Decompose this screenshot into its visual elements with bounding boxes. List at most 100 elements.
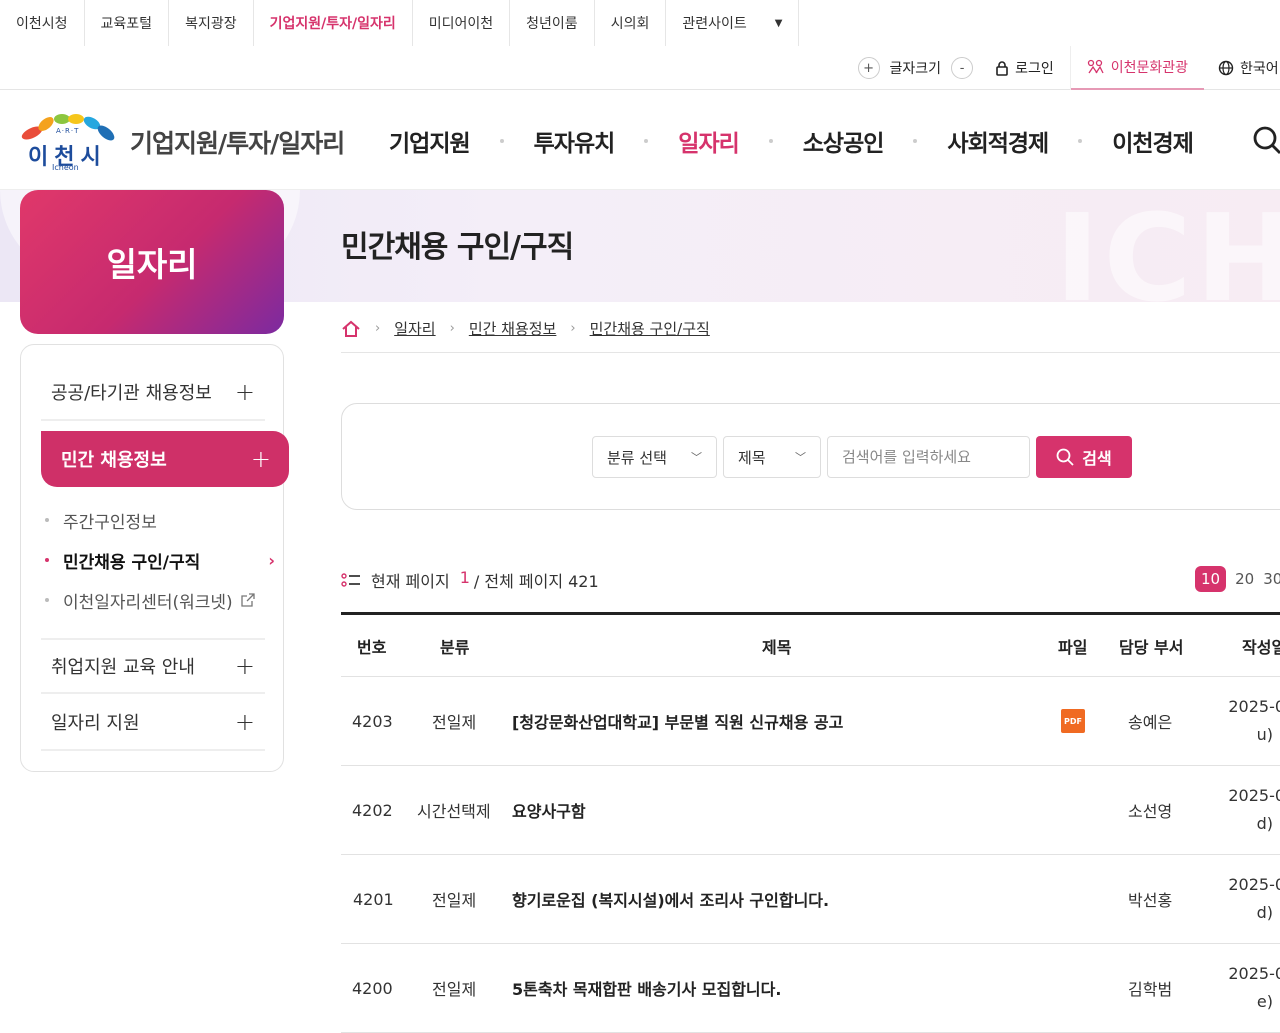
login-link[interactable]: 로그인 — [995, 46, 1071, 90]
culture-icon — [1087, 59, 1104, 74]
breadcrumb-private-jobs[interactable]: 민간 채용정보 — [469, 318, 557, 339]
search-icon — [1056, 448, 1074, 466]
row-date-line1: 2025-05- — [1228, 697, 1280, 716]
culture-tourism-link[interactable]: 이천문화관광 — [1070, 46, 1204, 90]
chevron-down-icon: ﹀ — [795, 451, 806, 464]
plus-icon: + — [234, 378, 255, 406]
lnb-item-label: 일자리 지원 — [51, 713, 140, 734]
list-icon — [341, 573, 360, 587]
search-icon[interactable] — [1252, 125, 1280, 155]
lnb-item-public-jobs[interactable]: 공공/타기관 채용정보 + — [41, 365, 265, 421]
current-page-label: 현재 페이지 — [371, 572, 450, 591]
site-link-education[interactable]: 교육포털 — [85, 0, 170, 46]
column-header-title: 제목 — [762, 637, 792, 657]
pdf-file-icon[interactable]: PDF — [1061, 709, 1085, 733]
column-header-date: 작성일 — [1242, 637, 1280, 657]
row-number: 4200 — [352, 978, 393, 998]
category-select-value: 분류 선택 — [607, 448, 667, 467]
total-pages-label: / 전체 페이지 421 — [473, 572, 599, 591]
site-section-title[interactable]: 기업지원/투자/일자리 — [130, 124, 345, 160]
language-selector[interactable]: 한국어 — [1204, 58, 1280, 78]
plus-icon: + — [234, 652, 255, 680]
related-sites-dropdown[interactable]: 관련사이트 ▼ — [666, 0, 800, 46]
row-number: 4201 — [353, 889, 394, 909]
column-header-category: 분류 — [440, 637, 470, 657]
table-row[interactable]: 4201 전일제 향기로운집 (복지시설)에서 조리사 구인합니다. 박선홍 2… — [341, 855, 1280, 944]
logo-art-text: A·R·T — [56, 127, 80, 135]
row-number: 4203 — [352, 711, 393, 731]
lnb-title: 일자리 — [20, 190, 284, 334]
row-category: 전일제 — [432, 891, 477, 910]
icheon-logo[interactable]: A·R·T 이천시 Icheon — [18, 111, 118, 172]
gnb-separator — [1078, 139, 1083, 143]
row-category: 전일제 — [432, 713, 477, 732]
row-title-link[interactable]: [청강문화산업대학교] 부문별 직원 신규채용 공고 — [512, 677, 843, 765]
row-category: 전일제 — [432, 980, 477, 999]
login-label: 로그인 — [1015, 61, 1054, 77]
site-link-welfare[interactable]: 복지광장 — [169, 0, 254, 46]
breadcrumb-jobs[interactable]: 일자리 — [394, 318, 435, 339]
table-row[interactable]: 4202 시간선택제 요양사구함 소선영 2025-05- d) — [341, 766, 1280, 855]
page-size-options: 10 20 30 — [1195, 566, 1280, 592]
breadcrumb: › 일자리 › 민간 채용정보 › 민간채용 구인/구직 — [341, 318, 710, 339]
row-category: 시간선택제 — [417, 802, 491, 821]
site-link-business[interactable]: 기업지원/투자/일자리 — [254, 0, 413, 46]
lnb-sub-item-weekly-jobs[interactable]: 주간구인정보 — [45, 506, 275, 534]
gnb-item-icheon-economy[interactable]: 이천경제 — [1112, 124, 1194, 158]
lnb-sub-item-private-recruit[interactable]: 민간채용 구인/구직 › — [45, 546, 275, 574]
home-icon[interactable] — [341, 320, 361, 338]
plus-icon: + — [250, 445, 271, 473]
current-page-number: 1 — [459, 568, 470, 587]
table-header-row: 번호 분류 제목 파일 담당 부서 작성일 — [341, 615, 1280, 677]
lnb-item-label: 공공/타기관 채용정보 — [51, 383, 212, 404]
gnb-item-jobs[interactable]: 일자리 — [678, 124, 739, 158]
gnb-separator — [913, 139, 918, 143]
table-row[interactable]: 4203 전일제 [청강문화산업대학교] 부문별 직원 신규채용 공고 PDF … — [341, 677, 1280, 766]
gnb-item-social-economy[interactable]: 사회적경제 — [947, 124, 1049, 158]
row-date-line1: 2025-05- — [1228, 964, 1280, 983]
visual-watermark-text: ICH — [1054, 190, 1280, 302]
gnb-item-investment[interactable]: 투자유치 — [534, 124, 616, 158]
chevron-right-icon: › — [268, 550, 275, 570]
row-title-link[interactable]: 향기로운집 (복지시설)에서 조리사 구인합니다. — [512, 855, 829, 943]
search-field-select[interactable]: 제목 ﹀ — [723, 436, 821, 478]
table-row[interactable]: 4200 전일제 5톤축차 목재합판 배송기사 모집합니다. 김학범 2025-… — [341, 944, 1280, 1033]
font-size-increase-button[interactable]: + — [857, 57, 880, 79]
site-link-council[interactable]: 시의회 — [595, 0, 667, 46]
lnb-sub-item-job-center[interactable]: 이천일자리센터(워크넷) — [45, 586, 275, 614]
row-file[interactable]: PDF — [1061, 677, 1085, 765]
breadcrumb-current[interactable]: 민간채용 구인/구직 — [590, 318, 710, 339]
related-sites-label: 관련사이트 — [682, 16, 747, 32]
column-header-number: 번호 — [357, 637, 387, 657]
lnb-sub-item-label: 주간구인정보 — [63, 512, 157, 533]
page-size-10[interactable]: 10 — [1195, 566, 1227, 592]
gnb-item-business-support[interactable]: 기업지원 — [389, 124, 471, 158]
page-size-20[interactable]: 20 — [1235, 570, 1254, 588]
search-panel: 분류 선택 ﹀ 제목 ﹀ 검색 — [341, 403, 1280, 510]
page-size-30[interactable]: 30 — [1263, 570, 1280, 588]
font-size-label: 글자크기 — [889, 61, 942, 77]
site-link-icheon-city[interactable]: 이천시청 — [0, 0, 85, 46]
lnb-item-label: 취업지원 교육 안내 — [51, 657, 195, 678]
search-button-label: 검색 — [1082, 449, 1112, 468]
utility-bar: + 글자크기 - 로그인 이천문화관광 한국어 — [0, 46, 1280, 90]
gnb-separator — [644, 139, 649, 143]
search-input[interactable] — [827, 436, 1030, 478]
row-title-link[interactable]: 요양사구함 — [512, 766, 586, 854]
row-title-link[interactable]: 5톤축차 목재합판 배송기사 모집합니다. — [512, 944, 781, 1032]
category-select[interactable]: 분류 선택 ﹀ — [592, 436, 717, 478]
site-link-media[interactable]: 미디어이천 — [413, 0, 511, 46]
font-size-decrease-button[interactable]: - — [951, 57, 974, 79]
search-button[interactable]: 검색 — [1036, 436, 1132, 478]
lnb-item-job-support[interactable]: 일자리 지원 + — [41, 695, 265, 751]
lnb-item-private-jobs[interactable]: 민간 채용정보 + — [41, 431, 289, 487]
lnb-item-job-education[interactable]: 취업지원 교육 안내 + — [41, 638, 265, 694]
bullet-icon — [45, 558, 49, 562]
row-department: 박선홍 — [1128, 891, 1173, 910]
caret-down-icon: ▼ — [774, 17, 783, 29]
gnb-item-small-business[interactable]: 소상공인 — [803, 124, 885, 158]
site-link-youth[interactable]: 청년이룸 — [510, 0, 595, 46]
plus-icon: + — [234, 708, 255, 736]
bullet-icon — [45, 518, 49, 522]
row-date-line1: 2025-05- — [1228, 786, 1280, 805]
